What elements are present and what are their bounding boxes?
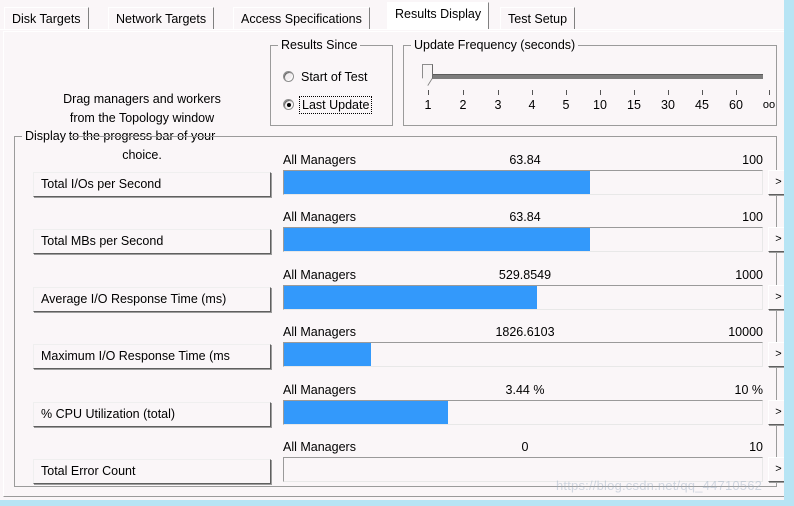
progress-bar[interactable]	[283, 227, 763, 252]
progress-bar[interactable]	[283, 400, 763, 425]
metric-button-average-io-response-time[interactable]: Average I/O Response Time (ms)	[33, 287, 271, 312]
metric-button-maximum-io-response-time[interactable]: Maximum I/O Response Time (ms	[33, 344, 271, 369]
display-row-total-error-count: Total Error Count All Managers 0 10 >	[15, 439, 789, 495]
row-max-label: 100	[742, 210, 763, 224]
metric-button-total-mbs-per-second[interactable]: Total MBs per Second	[33, 229, 271, 254]
tick-label-60[interactable]: 60	[729, 98, 743, 113]
display-group: Display Total I/Os per Second All Manage…	[14, 129, 789, 487]
metric-button-total-error-count[interactable]: Total Error Count	[33, 459, 271, 484]
results-since-legend: Results Since	[278, 38, 361, 52]
tab-network-targets[interactable]: Network Targets	[108, 7, 215, 29]
metric-button-total-ios-per-second[interactable]: Total I/Os per Second	[33, 172, 271, 197]
display-legend: Display	[22, 129, 69, 143]
iometer-window: Disk Targets Network Targets Access Spec…	[0, 0, 794, 506]
row-manager-label: All Managers	[283, 268, 356, 282]
row-manager-label: All Managers	[283, 440, 356, 454]
tick-label-5[interactable]: 5	[563, 98, 570, 113]
row-max-label: 10 %	[734, 383, 764, 397]
tick-label-4[interactable]: 4	[529, 98, 536, 113]
update-frequency-tickmarks	[418, 90, 770, 98]
radio-last-update[interactable]: Last Update	[283, 95, 373, 114]
update-frequency-legend: Update Frequency (seconds)	[411, 38, 579, 52]
update-frequency-group: Update Frequency (seconds) 1 2 3 4 5 10 …	[403, 38, 777, 126]
progress-bar-fill	[284, 286, 538, 309]
row-max-label: 100	[742, 153, 763, 167]
tab-strip-underline	[0, 29, 794, 30]
update-frequency-tick-labels: 1 2 3 4 5 10 15 30 45 60 oo	[404, 98, 776, 114]
display-row-average-io-response-time: Average I/O Response Time (ms) All Manag…	[15, 267, 789, 323]
radio-button-icon[interactable]	[283, 71, 294, 82]
results-since-group: Results Since Start of Test Last Update	[270, 38, 393, 126]
display-row-cpu-utilization: % CPU Utilization (total) All Managers 3…	[15, 382, 789, 438]
slider-thumb-body	[422, 64, 433, 79]
tick-label-30[interactable]: 30	[661, 98, 675, 113]
progress-bar-fill	[284, 228, 590, 251]
row-max-label: 10000	[728, 325, 763, 339]
row-manager-label: All Managers	[283, 153, 356, 167]
update-frequency-slider-track[interactable]	[430, 74, 763, 79]
display-row-total-ios-per-second: Total I/Os per Second All Managers 63.84…	[15, 152, 789, 208]
tab-strip: Disk Targets Network Targets Access Spec…	[0, 0, 794, 30]
tick-label-15[interactable]: 15	[627, 98, 641, 113]
display-row-total-mbs-per-second: Total MBs per Second All Managers 63.84 …	[15, 209, 789, 265]
tick-label-infinity[interactable]: oo	[763, 98, 775, 113]
progress-bar-fill	[284, 401, 449, 424]
row-manager-label: All Managers	[283, 383, 356, 397]
tab-access-specifications[interactable]: Access Specifications	[233, 7, 370, 29]
tick-label-45[interactable]: 45	[695, 98, 709, 113]
progress-bar-fill	[284, 343, 372, 366]
drag-hint-line-1: Drag managers and workers	[63, 92, 221, 106]
update-frequency-slider-thumb[interactable]	[422, 64, 433, 86]
progress-bar[interactable]	[283, 342, 763, 367]
radio-button-selected-icon[interactable]	[283, 99, 294, 110]
tick-label-1[interactable]: 1	[425, 98, 432, 113]
progress-bar[interactable]	[283, 285, 763, 310]
row-manager-label: All Managers	[283, 325, 356, 339]
row-max-label: 1000	[735, 268, 763, 282]
radio-start-of-test[interactable]: Start of Test	[283, 68, 367, 85]
metric-button-cpu-utilization[interactable]: % CPU Utilization (total)	[33, 402, 271, 427]
tab-disk-targets[interactable]: Disk Targets	[4, 7, 89, 29]
bottom-edge-strip	[0, 500, 794, 506]
tick-label-2[interactable]: 2	[460, 98, 467, 113]
radio-last-update-label: Last Update	[298, 95, 373, 114]
row-manager-label: All Managers	[283, 210, 356, 224]
tab-results-display[interactable]: Results Display	[387, 2, 490, 29]
tick-label-10[interactable]: 10	[593, 98, 607, 113]
row-max-label: 10	[749, 440, 763, 454]
progress-bar-fill	[284, 171, 590, 194]
right-edge-strip	[784, 0, 794, 506]
drag-hint-line-2: from the Topology window	[69, 110, 215, 125]
progress-bar[interactable]	[283, 457, 763, 482]
progress-bar[interactable]	[283, 170, 763, 195]
tab-test-setup[interactable]: Test Setup	[500, 7, 576, 29]
radio-start-of-test-label: Start of Test	[301, 69, 368, 84]
tick-label-3[interactable]: 3	[495, 98, 502, 113]
display-row-maximum-io-response-time: Maximum I/O Response Time (ms All Manage…	[15, 324, 789, 380]
results-display-panel: Drag managers and workers from the Topol…	[3, 31, 789, 497]
slider-thumb-pointer-icon	[422, 78, 432, 86]
